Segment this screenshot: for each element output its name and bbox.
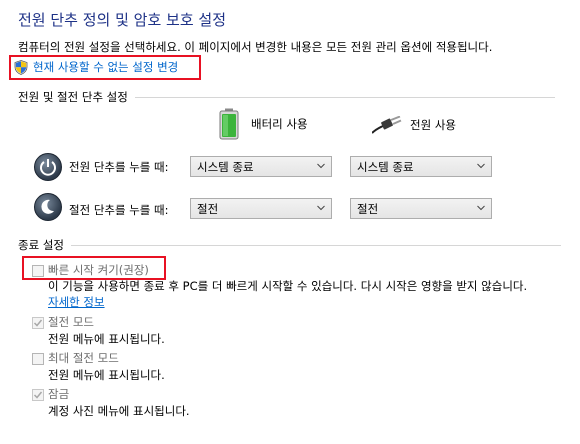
hibernate-checkbox[interactable]: [32, 353, 44, 365]
power-button-icon: [34, 153, 62, 181]
sleep-button-plugged-value: 절전: [357, 201, 379, 216]
change-unavailable-settings-link[interactable]: 현재 사용할 수 없는 설정 변경: [14, 58, 191, 76]
checkmark-icon: [33, 319, 43, 327]
lock-label: 잠금: [48, 387, 70, 401]
fast-startup-checkbox[interactable]: [32, 265, 44, 277]
chevron-down-icon: [317, 205, 325, 211]
power-plug-icon: [372, 116, 402, 134]
power-button-plugged-select[interactable]: 시스템 종료: [350, 156, 492, 177]
power-button-plugged-value: 시스템 종료: [357, 159, 414, 174]
page-title: 전원 단추 정의 및 암호 보호 설정: [18, 11, 227, 29]
more-info-link[interactable]: 자세한 정보: [48, 294, 105, 310]
sleep-button-plugged-select[interactable]: 절전: [350, 198, 492, 219]
battery-column-label: 배터리 사용: [251, 117, 308, 131]
shutdown-section-title: 종료 설정: [18, 237, 561, 253]
hibernate-description: 전원 메뉴에 표시됩니다.: [48, 368, 165, 382]
page-description: 컴퓨터의 전원 설정을 선택하세요. 이 페이지에서 변경한 내용은 모든 전원…: [18, 40, 493, 54]
change-unavailable-settings-label: 현재 사용할 수 없는 설정 변경: [33, 60, 179, 74]
sleep-button-battery-select[interactable]: 절전: [190, 198, 332, 219]
fast-startup-description: 이 기능을 사용하면 종료 후 PC를 더 빠르게 시작할 수 있습니다. 다시…: [48, 279, 528, 293]
sleep-label: 절전 모드: [48, 315, 94, 329]
power-buttons-section-label: 전원 및 절전 단추 설정: [18, 90, 128, 104]
hibernate-label: 최대 절전 모드: [48, 351, 119, 365]
lock-checkbox[interactable]: [32, 389, 44, 401]
section-divider: [134, 96, 555, 98]
shield-icon: [14, 59, 28, 75]
chevron-down-icon: [317, 163, 325, 169]
checkmark-icon: [33, 391, 43, 399]
sleep-checkbox[interactable]: [32, 317, 44, 329]
sleep-button-icon: [34, 193, 62, 221]
plugged-in-column-label: 전원 사용: [410, 118, 456, 132]
section-divider: [70, 244, 561, 246]
battery-icon: [219, 108, 239, 140]
fast-startup-label: 빠른 시작 켜기(권장): [48, 263, 149, 277]
power-button-battery-select[interactable]: 시스템 종료: [190, 156, 332, 177]
sleep-description: 전원 메뉴에 표시됩니다.: [48, 332, 165, 346]
chevron-down-icon: [477, 205, 485, 211]
sleep-button-label: 절전 단추를 누를 때:: [69, 203, 169, 217]
lock-description: 계정 사진 메뉴에 표시됩니다.: [48, 404, 190, 418]
chevron-down-icon: [477, 163, 485, 169]
power-buttons-section-title: 전원 및 절전 단추 설정: [18, 89, 555, 105]
power-button-label: 전원 단추를 누를 때:: [69, 160, 169, 174]
battery-column-header: 배터리 사용: [218, 108, 308, 140]
sleep-button-battery-value: 절전: [197, 201, 219, 216]
power-button-battery-value: 시스템 종료: [197, 159, 254, 174]
plugged-in-column-header: 전원 사용: [372, 114, 456, 136]
shutdown-section-label: 종료 설정: [18, 238, 64, 252]
